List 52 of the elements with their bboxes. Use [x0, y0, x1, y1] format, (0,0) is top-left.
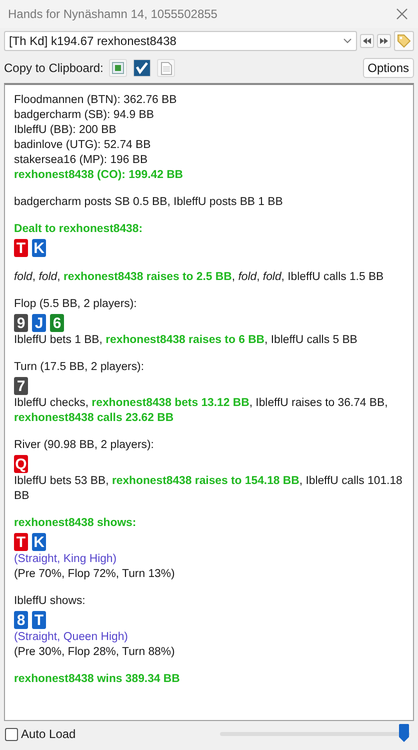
- playing-card: 6: [50, 314, 64, 332]
- next-button[interactable]: [377, 34, 391, 48]
- playing-card: J: [32, 314, 46, 332]
- history-line: rexhonest8438 wins 389.34 BB: [14, 672, 181, 687]
- history-line: (Pre 70%, Flop 72%, Turn 13%): [14, 567, 176, 582]
- copy-forum-button[interactable]: [133, 59, 152, 77]
- playing-card: 7: [14, 377, 28, 395]
- playing-card: T: [14, 239, 28, 257]
- history-line: rexhonest8438 shows:: [14, 516, 138, 531]
- playing-card: 8: [14, 611, 28, 629]
- playing-card: T: [14, 533, 28, 551]
- options-button[interactable]: Options: [362, 58, 414, 78]
- history-line: stakersea16 (MP): 196 BB: [14, 153, 149, 168]
- history-line: fold, fold, rexhonest8438 raises to 2.5 BB, fold, fold, IbleffU calls 1.5 BB: [14, 270, 385, 285]
- history-line: IbleffU bets 53 BB, rexhonest8438 raises to 154.18 BB, IbleffU calls 101.18 BB: [14, 474, 404, 504]
- chevron-down-icon: [343, 38, 352, 44]
- playing-card: K: [32, 239, 46, 257]
- auto-load-checkbox[interactable]: [5, 728, 18, 740]
- history-line: River (90.98 BB, 2 players):: [14, 438, 155, 453]
- history-line: Turn (17.5 BB, 2 players):: [14, 360, 145, 375]
- history-line: (Straight, Queen High): [14, 630, 129, 645]
- document-icon: [160, 62, 172, 74]
- history-line: (Straight, King High): [14, 552, 118, 567]
- playing-card: Q: [14, 455, 28, 473]
- history-line: badgercharm (SB): 94.9 BB: [14, 108, 155, 123]
- history-line: IbleffU (BB): 200 BB: [14, 123, 118, 138]
- auto-load-label: Auto Load: [21, 727, 76, 741]
- history-line: Floodmannen (BTN): 362.76 BB: [14, 93, 178, 108]
- copy-image-button[interactable]: [109, 59, 128, 77]
- previous-button[interactable]: [360, 34, 374, 48]
- history-line: Flop (5.5 BB, 2 players):: [14, 297, 138, 312]
- hand-dropdown[interactable]: [Th Kd] k194.67 rexhonest8438: [4, 31, 357, 51]
- history-line: IbleffU shows:: [14, 594, 86, 609]
- rewind-icon: [363, 38, 371, 44]
- close-icon[interactable]: [396, 8, 408, 20]
- logo-icon: [134, 60, 150, 76]
- history-line: rexhonest8438 (CO): 199.42 BB: [14, 168, 184, 183]
- playing-card: T: [32, 611, 46, 629]
- history-line: Dealt to rexhonest8438:: [14, 222, 144, 237]
- tag-icon: [396, 33, 412, 49]
- history-line: badgercharm posts SB 0.5 BB, IbleffU posts BB 1 BB: [14, 195, 284, 210]
- history-line: IbleffU bets 1 BB, rexhonest8438 raises to 6 BB, IbleffU calls 5 BB: [14, 333, 358, 348]
- history-line: IbleffU checks, rexhonest8438 bets 13.12 BB, IbleffU raises to 36.74 BB, rexhonest8438 calls 23.62 BB: [14, 396, 389, 426]
- image-icon: [112, 62, 124, 74]
- fast-forward-icon: [380, 38, 388, 44]
- history-line: (Pre 30%, Flop 28%, Turn 88%): [14, 645, 176, 660]
- history-line: badinlove (UTG): 52.74 BB: [14, 138, 152, 153]
- playing-card: 9: [14, 314, 28, 332]
- slider-thumb[interactable]: [399, 724, 410, 742]
- copy-label: Copy to Clipboard:: [4, 61, 104, 75]
- playing-card: K: [32, 533, 46, 551]
- window-title: Hands for Nynäshamn 14, 1055502855: [8, 7, 218, 21]
